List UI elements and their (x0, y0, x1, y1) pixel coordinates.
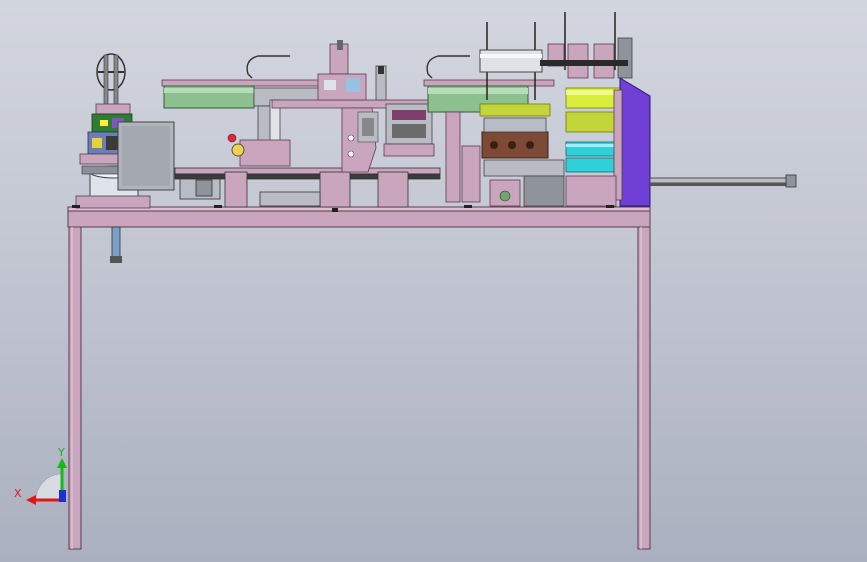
left-roller-assembly (161, 55, 345, 167)
y-axis-label: Y (57, 446, 65, 459)
center-station (271, 40, 435, 173)
yellow-roller-2 (565, 111, 621, 133)
machine-drawing[interactable]: Y X (0, 0, 867, 562)
output-arm (649, 174, 797, 188)
winding-unit (479, 12, 651, 207)
steel-drum (479, 49, 543, 73)
left-feeder-station (75, 53, 175, 209)
right-leg (637, 226, 651, 550)
conveyor-rail (174, 167, 441, 208)
left-leg (68, 226, 82, 550)
under-table-cylinder (110, 226, 122, 263)
cyan-roller-2 (565, 157, 621, 173)
coordinate-triad: Y X (14, 446, 67, 505)
z-axis-marker (59, 490, 66, 502)
x-axis-label: X (14, 487, 22, 500)
machine-frame (67, 206, 651, 550)
purple-panel (619, 77, 651, 207)
cad-viewport[interactable]: Y X (0, 0, 867, 562)
